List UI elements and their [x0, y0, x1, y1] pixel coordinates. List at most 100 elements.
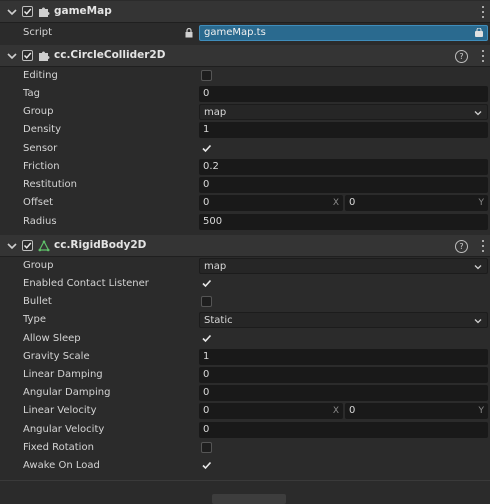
chevron-down-icon: [474, 111, 482, 116]
enabled-contact-listener-checkbox[interactable]: [201, 278, 212, 289]
help-icon[interactable]: ?: [455, 50, 468, 63]
kebab-menu-icon[interactable]: [480, 49, 486, 63]
angular-velocity-label: Angular Velocity: [23, 424, 105, 435]
y-axis-label: Y: [478, 198, 485, 208]
group-value: map: [204, 107, 227, 118]
sensor-row: Sensor: [0, 140, 490, 158]
rb-group-label: Group: [23, 260, 54, 271]
linear-velocity-x-input[interactable]: 0 X: [199, 403, 343, 419]
gamemap-title: gameMap: [54, 5, 112, 17]
editing-label: Editing: [23, 70, 58, 81]
circlecollider-enabled-checkbox[interactable]: [22, 50, 33, 61]
puzzle-icon: [39, 7, 50, 17]
linear-velocity-y-value: 0: [349, 405, 356, 416]
linear-damping-row: Linear Damping 0: [0, 366, 490, 384]
circlecollider-title: cc.CircleCollider2D: [54, 49, 166, 61]
group-label: Group: [23, 106, 54, 117]
angular-damping-label: Angular Damping: [23, 387, 111, 398]
offset-x-value: 0: [203, 197, 210, 208]
script-label: Script: [23, 27, 53, 38]
angular-velocity-row: Angular Velocity 0: [0, 421, 490, 439]
friction-label: Friction: [23, 161, 60, 172]
type-label: Type: [23, 314, 46, 325]
gamemap-component-header[interactable]: gameMap: [0, 1, 490, 23]
restitution-label: Restitution: [23, 179, 77, 190]
bullet-label: Bullet: [23, 296, 52, 307]
rb-group-row: Group map: [0, 257, 490, 275]
fixed-rotation-checkbox[interactable]: [201, 442, 212, 453]
fixed-rotation-label: Fixed Rotation: [23, 442, 94, 453]
help-icon[interactable]: ?: [455, 240, 468, 253]
restitution-input[interactable]: 0: [199, 177, 488, 193]
type-select[interactable]: Static: [199, 312, 488, 328]
editing-checkbox[interactable]: [201, 70, 212, 81]
allow-sleep-checkbox[interactable]: [201, 333, 212, 344]
script-value: gameMap.ts: [204, 27, 266, 38]
offset-label: Offset: [23, 197, 54, 208]
awake-on-load-row: Awake On Load: [0, 457, 490, 475]
bullet-checkbox[interactable]: [201, 296, 212, 307]
chevron-down-icon[interactable]: [7, 51, 17, 61]
rigidbody-enabled-checkbox[interactable]: [22, 240, 33, 251]
offset-x-input[interactable]: 0 X: [199, 195, 343, 211]
group-select[interactable]: map: [199, 104, 488, 120]
kebab-menu-icon[interactable]: [480, 239, 486, 253]
friction-input[interactable]: 0.2: [199, 159, 488, 175]
friction-row: Friction 0.2: [0, 158, 490, 176]
sensor-label: Sensor: [23, 143, 58, 154]
awake-on-load-checkbox[interactable]: [201, 460, 212, 471]
offset-y-input[interactable]: 0 Y: [345, 195, 488, 211]
linear-velocity-row: Linear Velocity 0 X 0 Y: [0, 402, 490, 420]
angular-velocity-input[interactable]: 0: [199, 422, 488, 438]
density-label: Density: [23, 124, 62, 135]
chevron-down-icon: [474, 265, 482, 270]
kebab-menu-icon[interactable]: [480, 5, 486, 19]
awake-on-load-label: Awake On Load: [23, 460, 100, 471]
rigidbody-title: cc.RigidBody2D: [54, 239, 147, 251]
x-axis-label: X: [332, 198, 339, 208]
tag-row: Tag 0: [0, 85, 490, 103]
divider: [0, 480, 490, 481]
y-axis-label: Y: [478, 406, 485, 416]
gravity-scale-row: Gravity Scale 1: [0, 348, 490, 366]
restitution-row: Restitution 0: [0, 176, 490, 194]
radius-row: Radius 500: [0, 213, 490, 231]
lock-icon: [185, 28, 193, 38]
type-row: Type Static: [0, 311, 490, 329]
script-field[interactable]: gameMap.ts: [199, 25, 488, 41]
gravity-scale-input[interactable]: 1: [199, 349, 488, 365]
offset-y-value: 0: [349, 197, 356, 208]
offset-row: Offset 0 X 0 Y: [0, 194, 490, 212]
editing-row: Editing: [0, 67, 490, 85]
rigidbody-component-header[interactable]: cc.RigidBody2D ?: [0, 235, 490, 257]
circlecollider-component-header[interactable]: cc.CircleCollider2D ?: [0, 45, 490, 67]
enabled-contact-listener-label: Enabled Contact Listener: [23, 278, 149, 289]
bullet-row: Bullet: [0, 293, 490, 311]
linear-velocity-y-input[interactable]: 0 Y: [345, 403, 488, 419]
radius-label: Radius: [23, 216, 57, 227]
rb-group-select[interactable]: map: [199, 258, 488, 274]
script-asset-icon[interactable]: [474, 28, 484, 38]
density-input[interactable]: 1: [199, 122, 488, 138]
add-component-button[interactable]: [212, 494, 286, 504]
type-value: Static: [204, 315, 233, 326]
linear-damping-label: Linear Damping: [23, 369, 103, 380]
angular-damping-row: Angular Damping 0: [0, 384, 490, 402]
chevron-down-icon[interactable]: [7, 7, 17, 17]
chevron-down-icon[interactable]: [7, 241, 17, 251]
enabled-contact-listener-row: Enabled Contact Listener: [0, 275, 490, 293]
x-axis-label: X: [332, 406, 339, 416]
group-row: Group map: [0, 103, 490, 121]
gamemap-enabled-checkbox[interactable]: [22, 6, 33, 17]
linear-velocity-label: Linear Velocity: [23, 405, 97, 416]
chevron-down-icon: [474, 319, 482, 324]
fixed-rotation-row: Fixed Rotation: [0, 439, 490, 457]
radius-input[interactable]: 500: [199, 214, 488, 230]
angular-damping-input[interactable]: 0: [199, 385, 488, 401]
sensor-checkbox[interactable]: [201, 143, 212, 154]
linear-velocity-x-value: 0: [203, 405, 210, 416]
linear-damping-input[interactable]: 0: [199, 367, 488, 383]
density-row: Density 1: [0, 121, 490, 139]
tag-input[interactable]: 0: [199, 86, 488, 102]
triangle-nodes-icon: [38, 240, 50, 252]
